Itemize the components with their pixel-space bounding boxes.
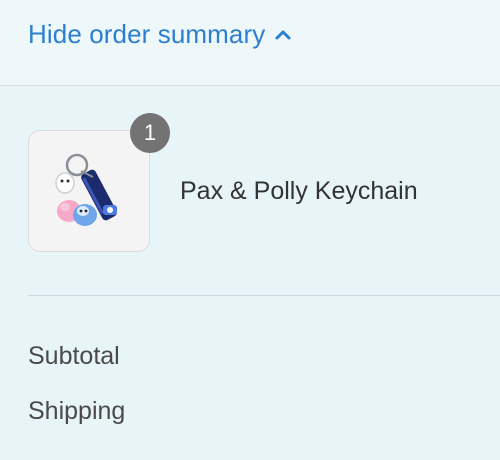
chevron-up-icon <box>273 25 293 45</box>
product-name: Pax & Polly Keychain <box>180 177 418 205</box>
shipping-label: Shipping <box>28 397 126 425</box>
order-summary-toggle[interactable]: Hide order summary <box>0 0 500 86</box>
keychain-product-image <box>55 153 117 226</box>
subtotal-label: Subtotal <box>28 342 120 370</box>
order-summary-panel: 1 Pax & Polly Keychain Subtotal Shipping <box>0 86 500 460</box>
divider <box>28 295 500 296</box>
quantity-badge: 1 <box>130 113 170 153</box>
line-item: 1 Pax & Polly Keychain <box>28 113 500 254</box>
product-thumbnail: 1 <box>28 113 170 252</box>
order-summary-toggle-label: Hide order summary <box>28 19 266 49</box>
